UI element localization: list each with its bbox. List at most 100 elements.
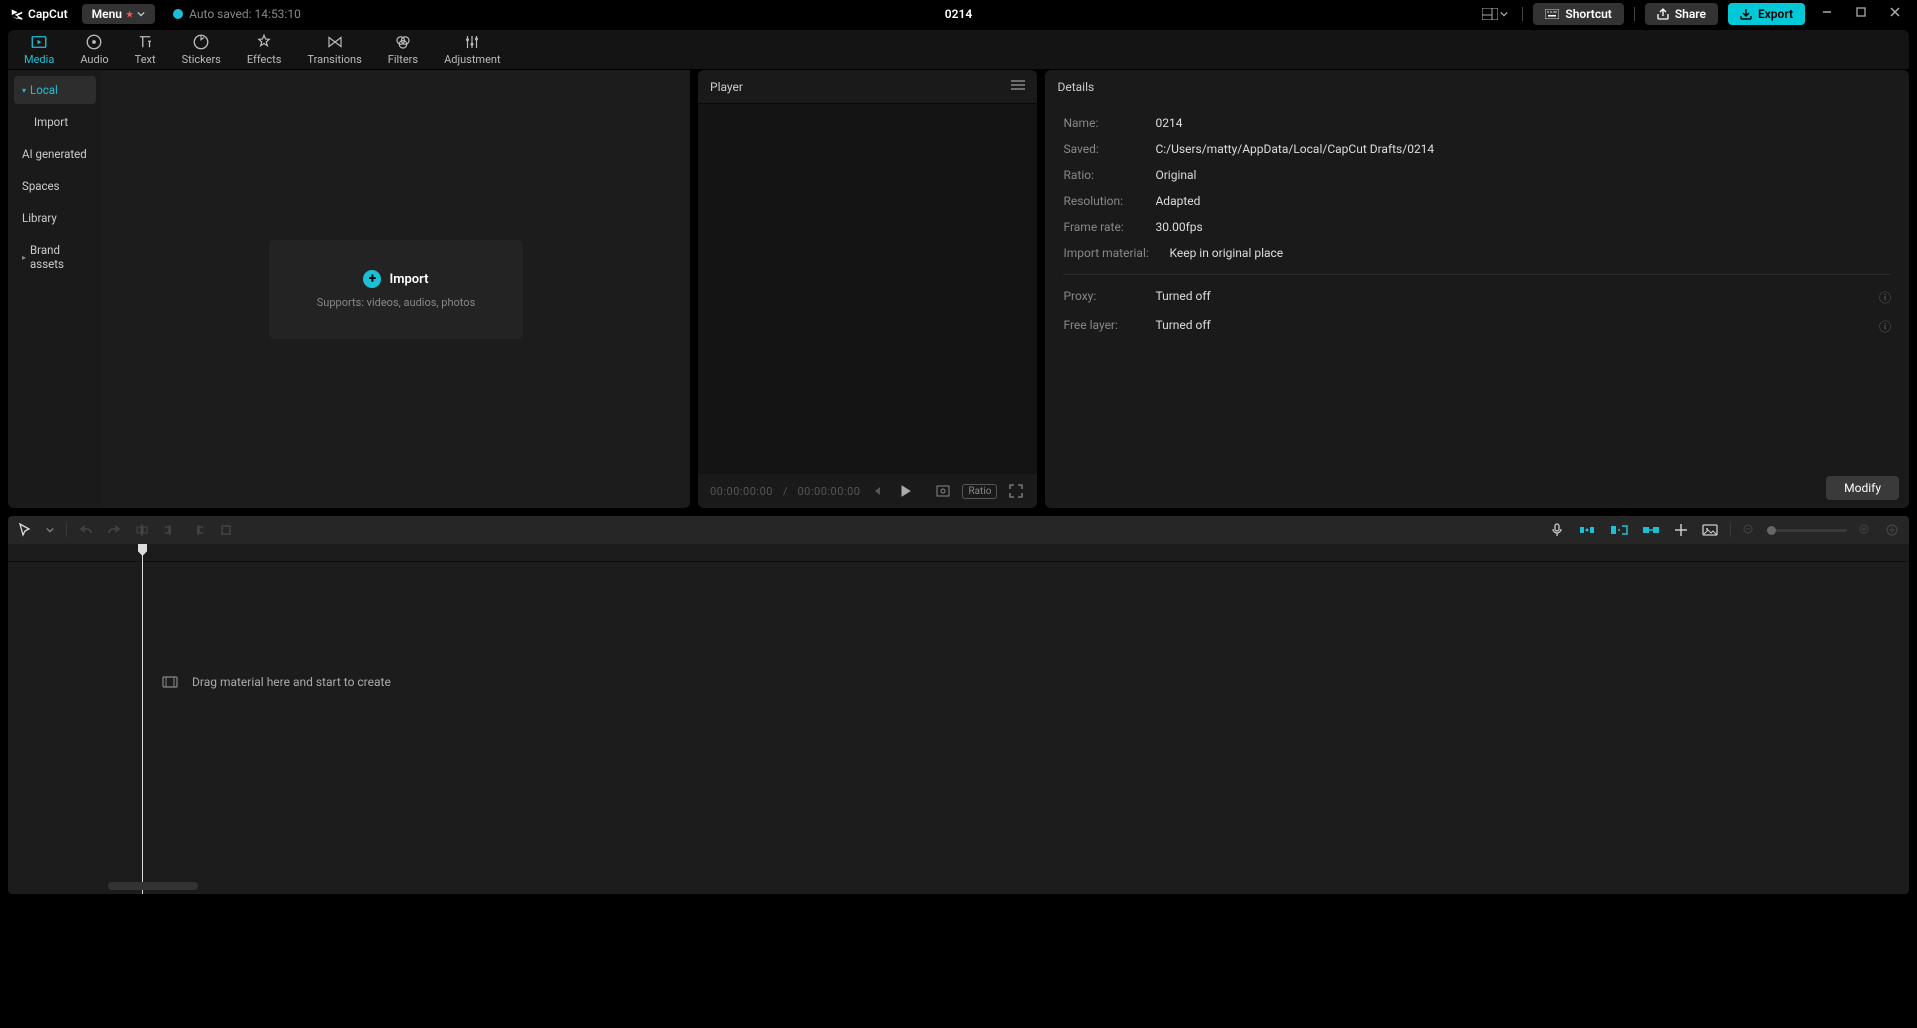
info-icon[interactable]: ⓘ: [1879, 318, 1891, 335]
minimize-button[interactable]: [1815, 2, 1839, 26]
zoom-slider[interactable]: [1767, 529, 1847, 532]
ratio-button[interactable]: Ratio: [962, 484, 997, 499]
play-icon: [898, 484, 912, 498]
media-panel: ▾Local Import AI generated Spaces Librar…: [8, 70, 690, 508]
timeline-toolbar: [8, 516, 1909, 544]
cover-button[interactable]: [1700, 521, 1720, 539]
layout-button[interactable]: [1478, 4, 1512, 24]
mic-icon: [1550, 523, 1564, 537]
detail-row-saved: Saved:C:/Users/matty/AppData/Local/CapCu…: [1063, 136, 1891, 162]
autosave-text: Auto saved: 14:53:10: [189, 7, 301, 21]
detail-row-resolution: Resolution:Adapted: [1063, 188, 1891, 214]
star-icon: ★: [126, 10, 133, 19]
timeline-ruler[interactable]: [8, 544, 1909, 562]
tab-audio[interactable]: Audio: [68, 29, 120, 70]
tab-stickers[interactable]: Stickers: [170, 29, 233, 70]
modify-button[interactable]: Modify: [1826, 476, 1899, 500]
shortcut-button[interactable]: Shortcut: [1533, 3, 1623, 25]
close-icon: [1889, 6, 1901, 18]
scrollbar-thumb[interactable]: [108, 882, 198, 890]
detail-key: Frame rate:: [1063, 220, 1155, 234]
hamburger-icon: [1011, 79, 1025, 91]
split-button[interactable]: [133, 521, 151, 539]
close-button[interactable]: [1883, 2, 1907, 26]
fullscreen-button[interactable]: [1007, 482, 1025, 500]
playhead[interactable]: [142, 544, 143, 894]
voiceover-button[interactable]: [1548, 521, 1566, 539]
detail-key: Resolution:: [1063, 194, 1155, 208]
sidebar-item-label: Brand assets: [30, 243, 88, 271]
tab-adjustment[interactable]: Adjustment: [432, 29, 513, 70]
linkage-button[interactable]: [1640, 521, 1662, 539]
fullscreen-icon: [1009, 484, 1023, 498]
detail-row-ratio: Ratio:Original: [1063, 162, 1891, 188]
auto-snap-button[interactable]: [1608, 521, 1630, 539]
redo-button[interactable]: [105, 521, 123, 539]
delete-right-button[interactable]: [189, 521, 207, 539]
player-header: Player: [698, 70, 1037, 104]
transitions-icon: [326, 33, 344, 51]
tool-dropdown[interactable]: [44, 524, 56, 536]
sidebar-item-local[interactable]: ▾Local: [14, 76, 96, 104]
magnet-main-button[interactable]: [1576, 521, 1598, 539]
zoom-in-button[interactable]: [1857, 522, 1873, 538]
player-title: Player: [710, 80, 743, 94]
timeline-empty-text: Drag material here and start to create: [192, 675, 391, 689]
shortcut-label: Shortcut: [1565, 7, 1611, 21]
cursor-icon: [18, 523, 32, 537]
select-tool-button[interactable]: [16, 521, 34, 539]
fit-icon: [1885, 523, 1899, 537]
export-button[interactable]: Export: [1728, 3, 1805, 25]
media-icon: [30, 33, 48, 51]
chevron-down-icon: ▾: [22, 86, 26, 95]
chevron-right-icon: ▸: [22, 253, 26, 262]
divider: [1730, 523, 1731, 537]
sidebar-item-library[interactable]: Library: [14, 204, 96, 232]
main-row: ▾Local Import AI generated Spaces Librar…: [0, 70, 1917, 508]
chevron-down-icon: [137, 10, 145, 18]
timeline[interactable]: Drag material here and start to create: [8, 544, 1909, 894]
timeline-scrollbar[interactable]: [108, 882, 1899, 890]
effects-icon: [255, 33, 273, 51]
zoom-out-button[interactable]: [1741, 522, 1757, 538]
tab-transitions[interactable]: Transitions: [295, 29, 373, 70]
detail-key: Import material:: [1063, 246, 1169, 260]
sidebar-item-import[interactable]: Import: [14, 108, 96, 136]
snap-icon: [1610, 523, 1628, 537]
export-icon: [1740, 8, 1752, 20]
sidebar-item-spaces[interactable]: Spaces: [14, 172, 96, 200]
tab-text[interactable]: Text: [123, 29, 168, 70]
import-box[interactable]: +Import Supports: videos, audios, photos: [269, 240, 524, 339]
zoom-slider-thumb[interactable]: [1767, 526, 1776, 535]
sidebar-item-ai[interactable]: AI generated: [14, 140, 96, 168]
chevron-down-icon: [46, 526, 54, 534]
delete-left-button[interactable]: [161, 521, 179, 539]
sidebar-item-label: Spaces: [22, 179, 60, 193]
detail-value: Keep in original place: [1169, 246, 1283, 260]
share-button[interactable]: Share: [1645, 3, 1718, 25]
menu-button[interactable]: Menu★: [82, 4, 156, 24]
player-menu-button[interactable]: [1011, 79, 1025, 94]
prev-frame-button[interactable]: [870, 483, 886, 499]
preview-axis-button[interactable]: [1672, 521, 1690, 539]
maximize-button[interactable]: [1849, 2, 1873, 26]
minimize-icon: [1821, 6, 1833, 18]
tab-effects[interactable]: Effects: [235, 29, 294, 70]
detail-value: Adapted: [1155, 194, 1200, 208]
tab-filters[interactable]: Filters: [376, 29, 430, 70]
media-dropzone[interactable]: +Import Supports: videos, audios, photos: [102, 70, 690, 508]
sidebar-item-brand[interactable]: ▸ Brand assets: [14, 236, 96, 278]
tab-media[interactable]: Media: [12, 29, 66, 70]
zoom-fit-button[interactable]: [1883, 521, 1901, 539]
crop-button[interactable]: [217, 521, 235, 539]
safe-zone-button[interactable]: [934, 482, 952, 500]
detail-row-import-material: Import material:Keep in original place: [1063, 240, 1891, 266]
import-label: Import: [389, 272, 428, 287]
delete-right-icon: [191, 523, 205, 537]
details-panel: Details Name:0214 Saved:C:/Users/matty/A…: [1045, 70, 1909, 508]
player-viewport[interactable]: [698, 104, 1037, 474]
undo-button[interactable]: [77, 521, 95, 539]
info-icon[interactable]: ⓘ: [1879, 289, 1891, 306]
keyboard-icon: [1545, 9, 1559, 19]
play-button[interactable]: [896, 482, 914, 500]
